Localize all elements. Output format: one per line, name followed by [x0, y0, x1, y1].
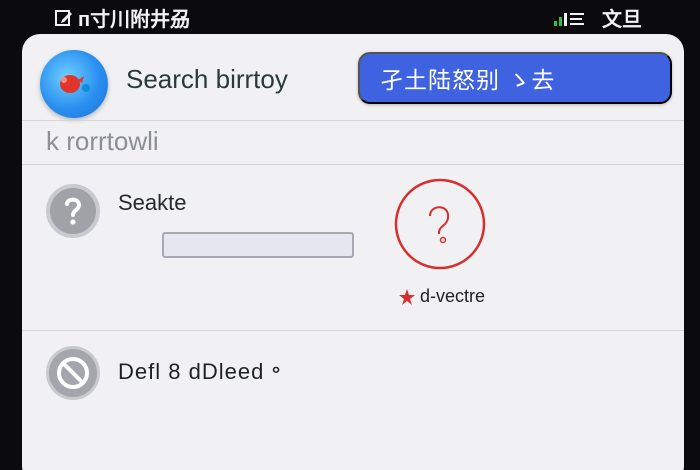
section-details: Defl 8 dDleed ॰: [22, 332, 684, 470]
star-icon: [399, 288, 415, 305]
edit-icon: [55, 9, 72, 26]
status-left-text: ᴨ寸川附井刕: [78, 9, 191, 31]
tag-text: d-vectre: [420, 286, 486, 306]
primary-action-button[interactable]: 孑土陆怒别 ゝ去: [358, 52, 672, 104]
subheader-text: k rorrtowli: [46, 126, 159, 156]
section-divider: [22, 330, 684, 331]
question-icon[interactable]: [46, 184, 100, 238]
header-divider: [22, 120, 684, 121]
search-input[interactable]: [162, 232, 354, 258]
signal-icon: [554, 12, 584, 26]
status-left: ᴨ寸川附井刕: [54, 3, 190, 32]
section-search: Seakte d-vectre: [22, 164, 684, 330]
status-bar: ᴨ寸川附井刕 文旦: [0, 0, 700, 32]
block-icon[interactable]: [46, 346, 100, 400]
header: Search birrtoy 孑土陆怒别 ゝ去: [22, 34, 684, 120]
tag-label: d-vectre: [398, 286, 485, 307]
main-card: Search birrtoy 孑土陆怒别 ゝ去 k rorrtowli Seak…: [22, 34, 684, 470]
status-right: 文旦: [552, 3, 642, 32]
section2-label: Defl 8 dDleed ॰: [118, 359, 282, 384]
help-circle-icon[interactable]: [390, 176, 490, 272]
status-right-text: 文旦: [602, 9, 642, 31]
bird-app-icon[interactable]: [40, 50, 108, 118]
section1-label: Seakte: [118, 190, 187, 215]
header-title: Search birrtoy: [126, 64, 288, 94]
